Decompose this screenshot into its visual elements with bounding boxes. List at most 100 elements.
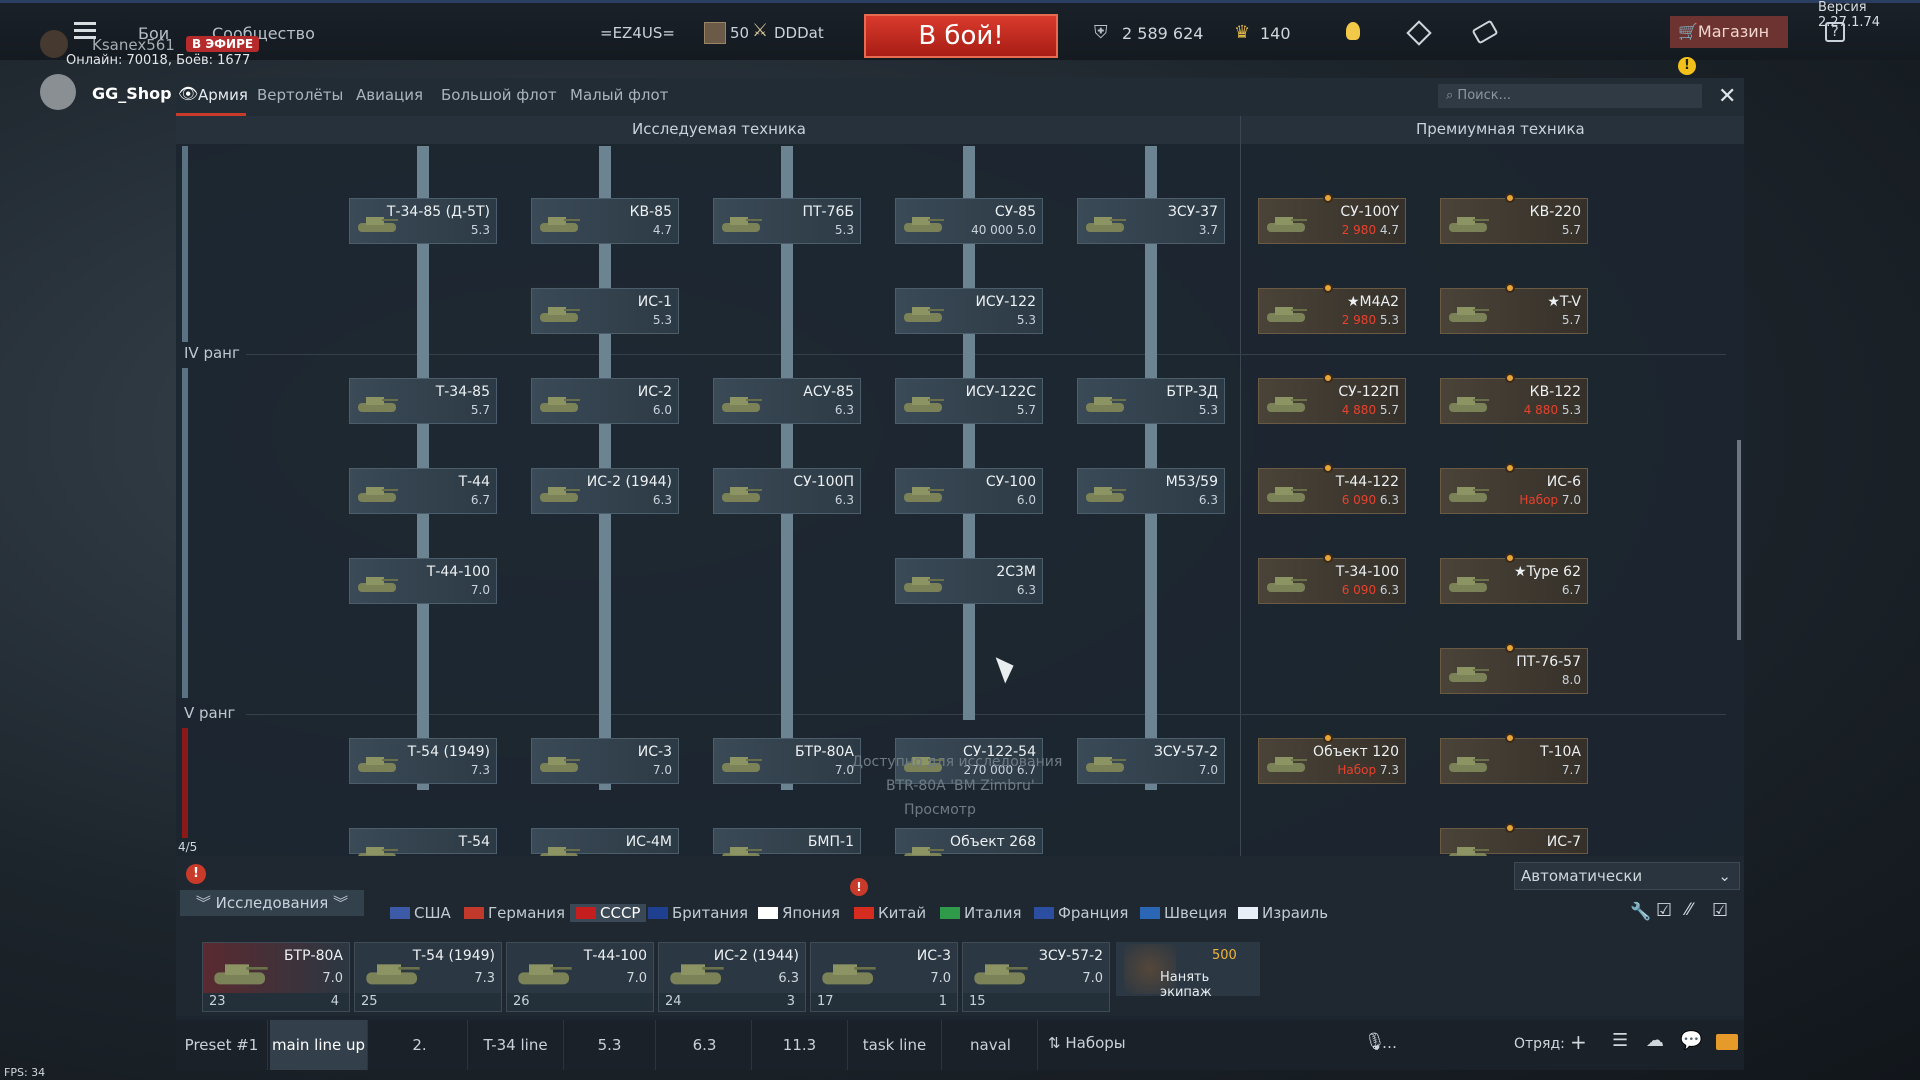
search-input[interactable]: ⌕ Поиск...: [1438, 84, 1702, 108]
premium-vehicle-card[interactable]: ★M4A2 2 980 5.3: [1258, 283, 1406, 334]
crew-slot[interactable]: ИС-3 7.0 17 1: [810, 942, 958, 1012]
vehicle-card[interactable]: АСУ-85 6.3: [713, 378, 861, 424]
preset-tab[interactable]: 2.: [372, 1020, 468, 1070]
country-tab[interactable]: Франция: [1034, 904, 1128, 922]
country-tab[interactable]: Швеция: [1140, 904, 1227, 922]
vehicle-card[interactable]: СУ-100 6.0: [895, 468, 1043, 514]
premium-vehicle-card[interactable]: ПТ-76-57 8.0: [1440, 643, 1588, 694]
vehicle-card[interactable]: ИС-2 6.0: [531, 378, 679, 424]
country-tab[interactable]: Китай: [854, 904, 926, 922]
vehicle-card[interactable]: Т-34-85 (Д-5Т) 5.3: [349, 198, 497, 244]
tab-army[interactable]: Армия: [198, 86, 248, 104]
squad-avatar[interactable]: [704, 22, 726, 44]
preset-tab[interactable]: naval: [944, 1020, 1038, 1070]
country-tab[interactable]: Италия: [940, 904, 1022, 922]
clan-tag[interactable]: =EZ4US=: [600, 24, 675, 42]
vehicle-card[interactable]: Т-54 (1949) 7.3: [349, 738, 497, 784]
contacts-icon[interactable]: ☁: [1646, 1030, 1664, 1051]
preset-tab[interactable]: 6.3: [658, 1020, 752, 1070]
crew-slot[interactable]: БТР-80А 7.0 23 4: [202, 942, 350, 1012]
squad-name[interactable]: DDDat: [774, 24, 824, 42]
ammo-icon[interactable]: ⁄⁄: [1686, 900, 1692, 920]
vehicle-card[interactable]: ИС-2 (1944) 6.3: [531, 468, 679, 514]
battle-button[interactable]: В бой!: [864, 14, 1058, 58]
lightbulb-icon: [1505, 193, 1515, 203]
vehicle-card[interactable]: БТР-ЗД 5.3: [1077, 378, 1225, 424]
add-icon[interactable]: +: [1570, 1030, 1587, 1054]
premium-vehicle-card[interactable]: Объект 120 Набор 7.3: [1258, 733, 1406, 784]
tab-bluewater-fleet[interactable]: Большой флот: [441, 86, 557, 104]
premium-vehicle-card[interactable]: ★T-V 5.7: [1440, 283, 1588, 334]
premium-vehicle-card[interactable]: Т-34-100 6 090 6.3: [1258, 553, 1406, 604]
alert-icon[interactable]: !: [850, 878, 868, 896]
research-tab[interactable]: ︾ Исследования ︾: [180, 890, 364, 916]
tab-helicopters[interactable]: Вертолёты: [257, 86, 343, 104]
checkbox-icon[interactable]: ☑: [1712, 900, 1728, 921]
preset-tab[interactable]: T-34 line: [468, 1020, 564, 1070]
repair-icon[interactable]: 🔧: [1630, 902, 1651, 922]
vehicle-card[interactable]: ИС-4М: [531, 828, 679, 862]
player-name[interactable]: Ksanex561: [92, 36, 175, 54]
premium-vehicle-card[interactable]: ИС-6 Набор 7.0: [1440, 463, 1588, 514]
vehicle-card[interactable]: Объект 268: [895, 828, 1043, 862]
vehicle-card[interactable]: Т-44 6.7: [349, 468, 497, 514]
shop-button[interactable]: 🛒Магазин !: [1670, 16, 1788, 75]
premium-vehicle-card[interactable]: СУ-100Y 2 980 4.7: [1258, 193, 1406, 244]
tab-coastal-fleet[interactable]: Малый флот: [570, 86, 668, 104]
vehicle-card[interactable]: ИС-3 7.0: [531, 738, 679, 784]
vehicle-card[interactable]: Т-34-85 5.7: [349, 378, 497, 424]
vehicle-card[interactable]: ЗСУ-57-2 7.0: [1077, 738, 1225, 784]
country-tab[interactable]: США: [390, 904, 451, 922]
mail-icon[interactable]: [1716, 1034, 1738, 1050]
silver-balance[interactable]: 2 589 624: [1122, 24, 1203, 43]
preset-tab[interactable]: 11.3: [752, 1020, 848, 1070]
vehicle-card[interactable]: ИСУ-122С 5.7: [895, 378, 1043, 424]
crew-slot[interactable]: Т-54 (1949) 7.3 25: [354, 942, 502, 1012]
country-tab[interactable]: СССР: [570, 904, 647, 922]
gold-balance[interactable]: 140: [1260, 24, 1291, 43]
close-icon[interactable]: ✕: [1718, 84, 1736, 109]
vehicle-card[interactable]: БТР-80А 7.0: [713, 738, 861, 784]
sets-button[interactable]: ⇅ Наборы: [1048, 1034, 1126, 1052]
premium-vehicle-card[interactable]: СУ-122П 4 880 5.7: [1258, 373, 1406, 424]
vehicle-card[interactable]: ИС-1 5.3: [531, 288, 679, 334]
alert-icon[interactable]: !: [186, 864, 206, 884]
vehicle-card[interactable]: Т-44-100 7.0: [349, 558, 497, 604]
vehicle-card[interactable]: M53/59 6.3: [1077, 468, 1225, 514]
vehicle-card[interactable]: СУ-100П 6.3: [713, 468, 861, 514]
lightbulb-icon[interactable]: [1346, 22, 1360, 40]
crew-slot[interactable]: ЗСУ-57-2 7.0 15: [962, 942, 1110, 1012]
vehicle-card[interactable]: ЗСУ-37 3.7: [1077, 198, 1225, 244]
preset-select[interactable]: Автоматически ⌄: [1514, 862, 1740, 890]
crew-slot[interactable]: ИС-2 (1944) 6.3 24 3: [658, 942, 806, 1012]
country-tab[interactable]: Германия: [464, 904, 565, 922]
premium-vehicle-card[interactable]: Т-44-122 6 090 6.3: [1258, 463, 1406, 514]
premium-vehicle-card[interactable]: ИС-7: [1440, 823, 1588, 862]
vehicle-card[interactable]: КВ-85 4.7: [531, 198, 679, 244]
preset-tab[interactable]: main line up: [270, 1020, 368, 1070]
tree-scrollbar[interactable]: [1737, 440, 1741, 640]
premium-vehicle-card[interactable]: Т-10А 7.7: [1440, 733, 1588, 784]
country-tab[interactable]: Британия: [648, 904, 748, 922]
list-icon[interactable]: ☰: [1612, 1030, 1628, 1051]
premium-vehicle-card[interactable]: ★Type 62 6.7: [1440, 553, 1588, 604]
vehicle-card[interactable]: ПТ-76Б 5.3: [713, 198, 861, 244]
vehicle-card[interactable]: БМП-1: [713, 828, 861, 862]
vehicle-card[interactable]: ИСУ-122 5.3: [895, 288, 1043, 334]
vehicle-card[interactable]: 2С3М 6.3: [895, 558, 1043, 604]
country-tab[interactable]: Япония: [758, 904, 840, 922]
chat-icon[interactable]: 💬: [1680, 1030, 1702, 1051]
preset-tab[interactable]: 5.3: [564, 1020, 656, 1070]
premium-vehicle-card[interactable]: КВ-220 5.7: [1440, 193, 1588, 244]
crew-slot[interactable]: Т-44-100 7.0 26: [506, 942, 654, 1012]
hire-crew-slot[interactable]: 500 Нанять экипаж: [1116, 942, 1260, 1000]
checkbox-icon[interactable]: ☑: [1656, 900, 1672, 921]
preset-tab[interactable]: Preset #1: [176, 1020, 268, 1070]
vehicle-card[interactable]: СУ-85 40 000 5.0: [895, 198, 1043, 244]
premium-vehicle-card[interactable]: КВ-122 4 880 5.3: [1440, 373, 1588, 424]
preset-tab[interactable]: task line: [848, 1020, 942, 1070]
tab-aviation[interactable]: Авиация: [356, 86, 423, 104]
vehicle-card[interactable]: Т-54: [349, 828, 497, 862]
country-tab[interactable]: Израиль: [1238, 904, 1328, 922]
player-avatar[interactable]: [40, 30, 68, 58]
